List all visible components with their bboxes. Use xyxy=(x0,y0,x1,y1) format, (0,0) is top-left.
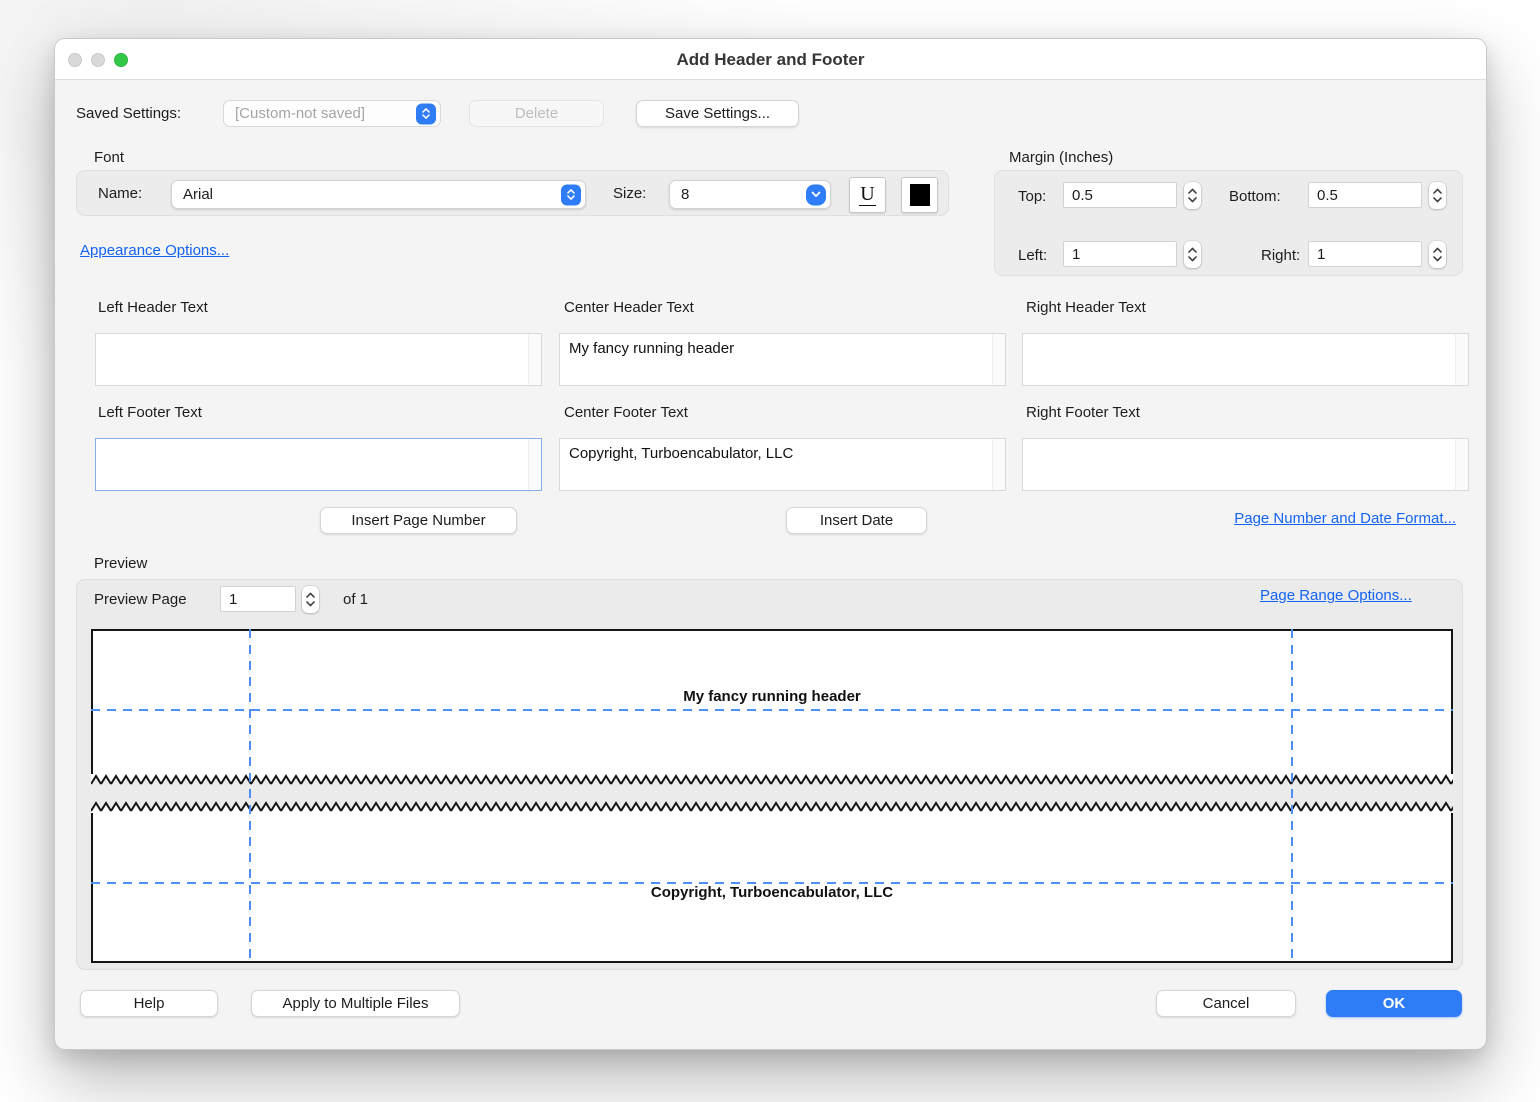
margin-left-label: Left: xyxy=(1018,247,1047,264)
saved-settings-label: Saved Settings: xyxy=(76,105,181,122)
preview-page-input[interactable] xyxy=(220,586,296,612)
font-color-button[interactable] xyxy=(901,177,938,213)
margin-bottom-input[interactable] xyxy=(1308,182,1422,208)
right-margin-guide xyxy=(1291,629,1293,961)
margin-bottom-label: Bottom: xyxy=(1229,188,1281,205)
saved-settings-select[interactable]: [Custom-not saved] xyxy=(223,100,441,127)
chevron-down-icon xyxy=(806,184,826,205)
updown-stepper-icon xyxy=(416,103,436,124)
insert-date-button[interactable]: Insert Date xyxy=(786,507,927,534)
screen: Add Header and Footer Saved Settings: [C… xyxy=(0,0,1540,1102)
font-name-value: Arial xyxy=(183,186,213,203)
preview-section-label: Preview xyxy=(94,555,147,572)
save-settings-button[interactable]: Save Settings... xyxy=(636,100,799,127)
updown-stepper-icon xyxy=(561,184,581,205)
left-header-label: Left Header Text xyxy=(98,299,208,316)
margin-right-stepper[interactable] xyxy=(1429,241,1446,268)
preview-page-stepper[interactable] xyxy=(302,586,319,613)
left-header-textarea[interactable] xyxy=(95,333,542,386)
center-header-label: Center Header Text xyxy=(564,299,694,316)
font-name-select[interactable]: Arial xyxy=(171,180,586,209)
margin-right-label: Right: xyxy=(1261,247,1300,264)
preview-page-label: Preview Page xyxy=(94,591,187,608)
margin-bottom-stepper[interactable] xyxy=(1429,182,1446,209)
underline-icon: U xyxy=(859,184,875,206)
underline-button[interactable]: U xyxy=(849,177,886,213)
right-footer-textarea[interactable] xyxy=(1022,438,1469,491)
left-footer-textarea[interactable] xyxy=(95,438,542,491)
font-section-label: Font xyxy=(94,149,124,166)
preview-page-count: of 1 xyxy=(343,591,368,608)
top-margin-guide xyxy=(91,709,1453,711)
font-size-select[interactable]: 8 xyxy=(669,180,831,209)
page-number-date-format-link[interactable]: Page Number and Date Format... xyxy=(1234,510,1456,527)
delete-button[interactable]: Delete xyxy=(469,100,604,127)
saved-settings-value: [Custom-not saved] xyxy=(235,105,365,122)
margin-left-stepper[interactable] xyxy=(1184,241,1201,268)
left-footer-label: Left Footer Text xyxy=(98,404,202,421)
cancel-button[interactable]: Cancel xyxy=(1156,990,1296,1017)
title-bar[interactable]: Add Header and Footer xyxy=(55,39,1486,80)
font-name-label: Name: xyxy=(98,185,142,202)
torn-edge-bottom-piece xyxy=(91,801,1453,813)
help-button[interactable]: Help xyxy=(80,990,218,1017)
margin-top-label: Top: xyxy=(1018,188,1046,205)
preview-header-text: My fancy running header xyxy=(91,688,1453,705)
right-footer-label: Right Footer Text xyxy=(1026,404,1140,421)
preview-footer-text: Copyright, Turboencabulator, LLC xyxy=(91,884,1453,901)
center-header-textarea[interactable]: My fancy running header xyxy=(559,333,1006,386)
font-size-value: 8 xyxy=(681,186,689,203)
margin-top-stepper[interactable] xyxy=(1184,182,1201,209)
margin-section-label: Margin (Inches) xyxy=(1009,149,1113,166)
page-range-options-link[interactable]: Page Range Options... xyxy=(1260,587,1412,604)
right-header-label: Right Header Text xyxy=(1026,299,1146,316)
font-size-label: Size: xyxy=(613,185,646,202)
center-footer-label: Center Footer Text xyxy=(564,404,688,421)
add-header-footer-dialog: Add Header and Footer Saved Settings: [C… xyxy=(54,38,1487,1050)
color-swatch-icon xyxy=(910,184,930,206)
margin-right-input[interactable] xyxy=(1308,241,1422,267)
margin-left-input[interactable] xyxy=(1063,241,1177,267)
left-margin-guide xyxy=(249,629,251,961)
dialog-title: Add Header and Footer xyxy=(55,39,1486,80)
torn-edge-top-piece xyxy=(91,774,1453,786)
insert-page-number-button[interactable]: Insert Page Number xyxy=(320,507,517,534)
center-footer-textarea[interactable]: Copyright, Turboencabulator, LLC xyxy=(559,438,1006,491)
ok-button[interactable]: OK xyxy=(1326,990,1462,1017)
margin-top-input[interactable] xyxy=(1063,182,1177,208)
appearance-options-link[interactable]: Appearance Options... xyxy=(80,242,229,259)
apply-to-multiple-files-button[interactable]: Apply to Multiple Files xyxy=(251,990,460,1017)
right-header-textarea[interactable] xyxy=(1022,333,1469,386)
